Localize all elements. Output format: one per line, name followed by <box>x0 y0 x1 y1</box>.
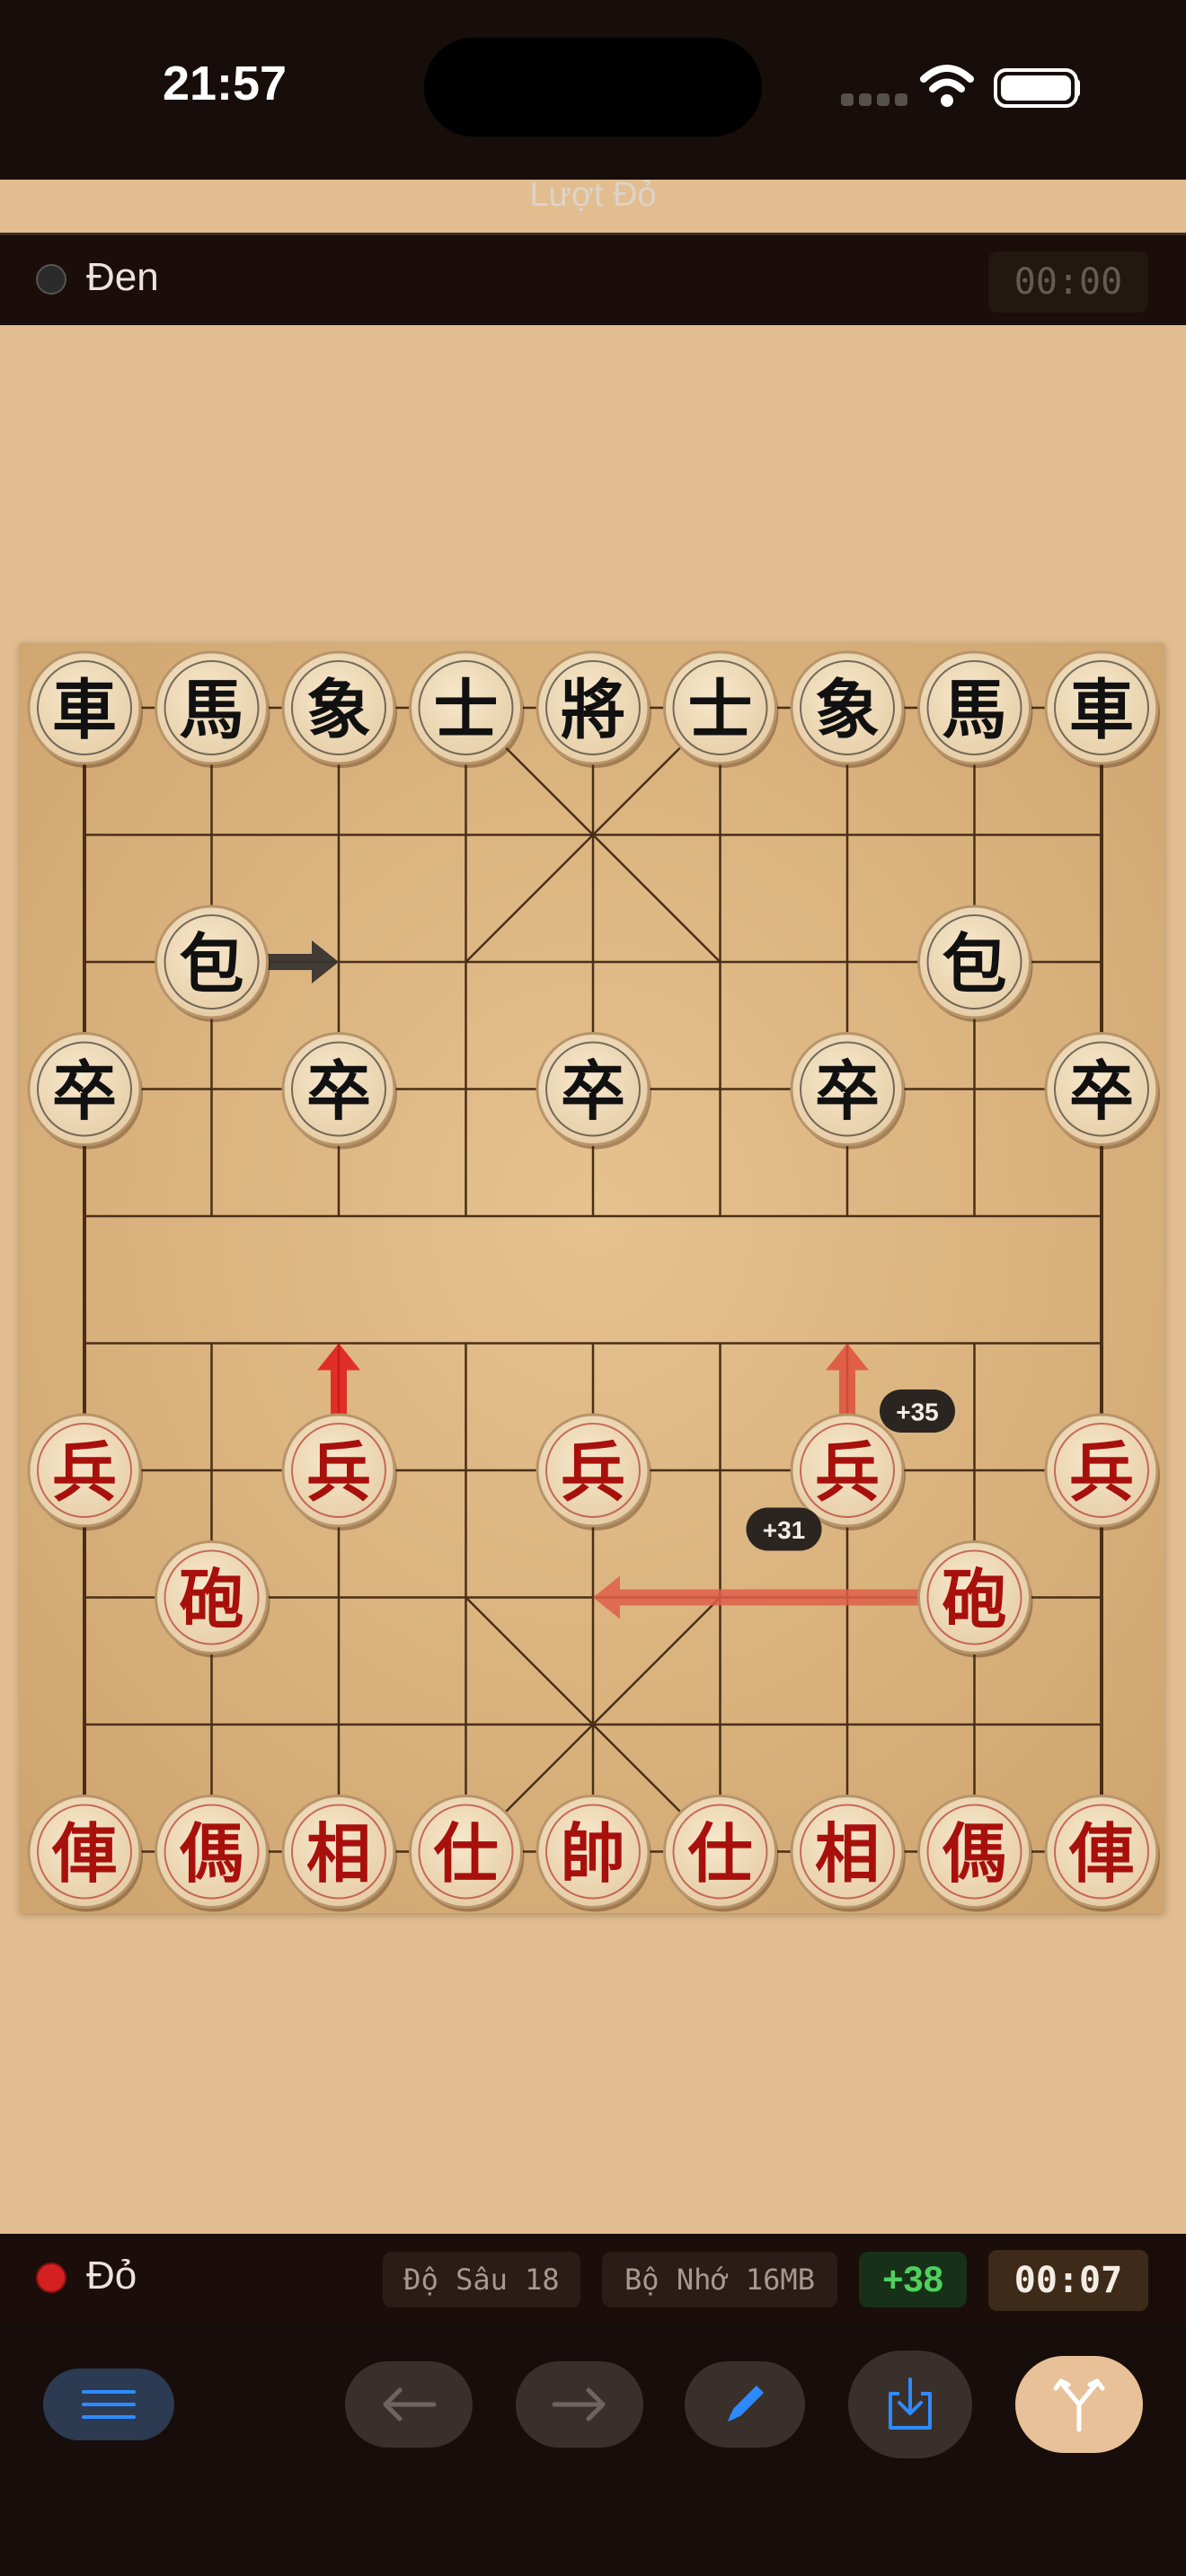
black-player-name: Đen <box>86 255 159 299</box>
piece-label: 俥 <box>1068 1815 1134 1892</box>
pencil-icon <box>728 2386 764 2422</box>
piece-label: 傌 <box>179 1815 243 1892</box>
hint-score-badge: +31 <box>746 1507 822 1551</box>
piece-label: 馬 <box>942 672 1006 748</box>
piece-label: 卒 <box>561 1053 625 1129</box>
forward-button[interactable] <box>516 2361 643 2448</box>
badge-score: +35 <box>896 1398 939 1426</box>
menu-button[interactable] <box>43 2369 174 2440</box>
branch-fork-icon <box>1053 2378 1105 2432</box>
red-timer: 00:07 <box>988 2250 1148 2311</box>
arrow-right-icon <box>552 2387 606 2422</box>
signal-dot <box>841 93 854 106</box>
black-player-bar: Đen 00:00 <box>0 235 1186 325</box>
status-bar: 21:57 Lượt Đỏ <box>0 0 1186 235</box>
wifi-icon <box>920 65 974 107</box>
piece-label: 相 <box>306 1815 371 1892</box>
piece-label: 卒 <box>52 1053 117 1129</box>
piece-label: 帥 <box>561 1815 625 1892</box>
piece-label: 俥 <box>51 1815 117 1892</box>
arrow-left-icon <box>383 2387 437 2422</box>
piece-label: 馬 <box>179 672 243 748</box>
download-tray-icon <box>889 2378 932 2430</box>
edit-button[interactable] <box>685 2361 805 2448</box>
piece-label: 相 <box>815 1815 880 1892</box>
piece-label: 仕 <box>433 1815 498 1892</box>
badge-score: +31 <box>763 1516 806 1544</box>
piece-label: 卒 <box>1069 1053 1134 1129</box>
piece-label: 砲 <box>942 1561 1006 1637</box>
piece-label: 象 <box>815 672 880 748</box>
signal-dot <box>877 93 890 106</box>
bottom-toolbar <box>0 2324 1186 2576</box>
piece-label: 兵 <box>52 1434 117 1511</box>
hamburger-menu-icon <box>82 2390 136 2419</box>
branch-button[interactable] <box>1015 2356 1143 2453</box>
hint-score-badge: +35 <box>880 1389 955 1433</box>
piece-label: 兵 <box>561 1434 625 1511</box>
black-player-dot <box>36 264 66 295</box>
signal-dot <box>859 93 872 106</box>
back-button[interactable] <box>345 2361 473 2448</box>
board-svg[interactable]: 車馬象士將士象馬車包 包卒卒卒卒卒兵兵兵兵兵砲 砲俥傌相仕帥仕相傌俥 +35+31 <box>20 643 1164 1913</box>
battery-icon <box>994 68 1078 108</box>
red-player-bar: Đỏ Độ Sâu 18 Bộ Nhớ 16MB +38 00:07 <box>0 2234 1186 2324</box>
piece-label: 兵 <box>815 1434 880 1511</box>
save-button[interactable] <box>848 2351 972 2458</box>
piece-label: 包 <box>179 926 243 1002</box>
dynamic-island <box>424 38 762 137</box>
piece-label: 兵 <box>1069 1434 1134 1511</box>
xiangqi-board[interactable]: 車馬象士將士象馬車包包卒卒卒卒卒兵兵兵兵兵砲砲俥傌相仕帥仕相傌俥 +35 +31 <box>20 643 1164 1913</box>
piece-label: 包 <box>942 926 1006 1002</box>
black-timer: 00:00 <box>988 251 1148 313</box>
piece-label: 士 <box>687 672 752 748</box>
piece-label: 將 <box>561 672 625 748</box>
piece-label: 仕 <box>687 1815 752 1892</box>
battery-cap <box>1075 79 1080 97</box>
engine-depth: Độ Sâu 18 <box>383 2252 580 2307</box>
piece-label: 傌 <box>942 1815 1006 1892</box>
piece-label: 士 <box>433 672 498 748</box>
engine-memory: Bộ Nhớ 16MB <box>602 2252 837 2307</box>
piece-label: 車 <box>1069 672 1134 748</box>
signal-dot <box>895 93 907 106</box>
red-player-dot <box>36 2263 66 2293</box>
piece-label: 車 <box>52 672 117 748</box>
engine-score: +38 <box>859 2252 967 2307</box>
red-player-name: Đỏ <box>86 2254 137 2298</box>
turn-label: Lượt Đỏ <box>529 176 657 214</box>
piece-label: 砲 <box>179 1561 243 1637</box>
piece-label: 兵 <box>306 1434 371 1511</box>
status-time: 21:57 <box>162 57 288 110</box>
piece-label: 象 <box>306 672 371 748</box>
piece-label: 卒 <box>306 1053 371 1129</box>
piece-label: 卒 <box>815 1053 880 1129</box>
